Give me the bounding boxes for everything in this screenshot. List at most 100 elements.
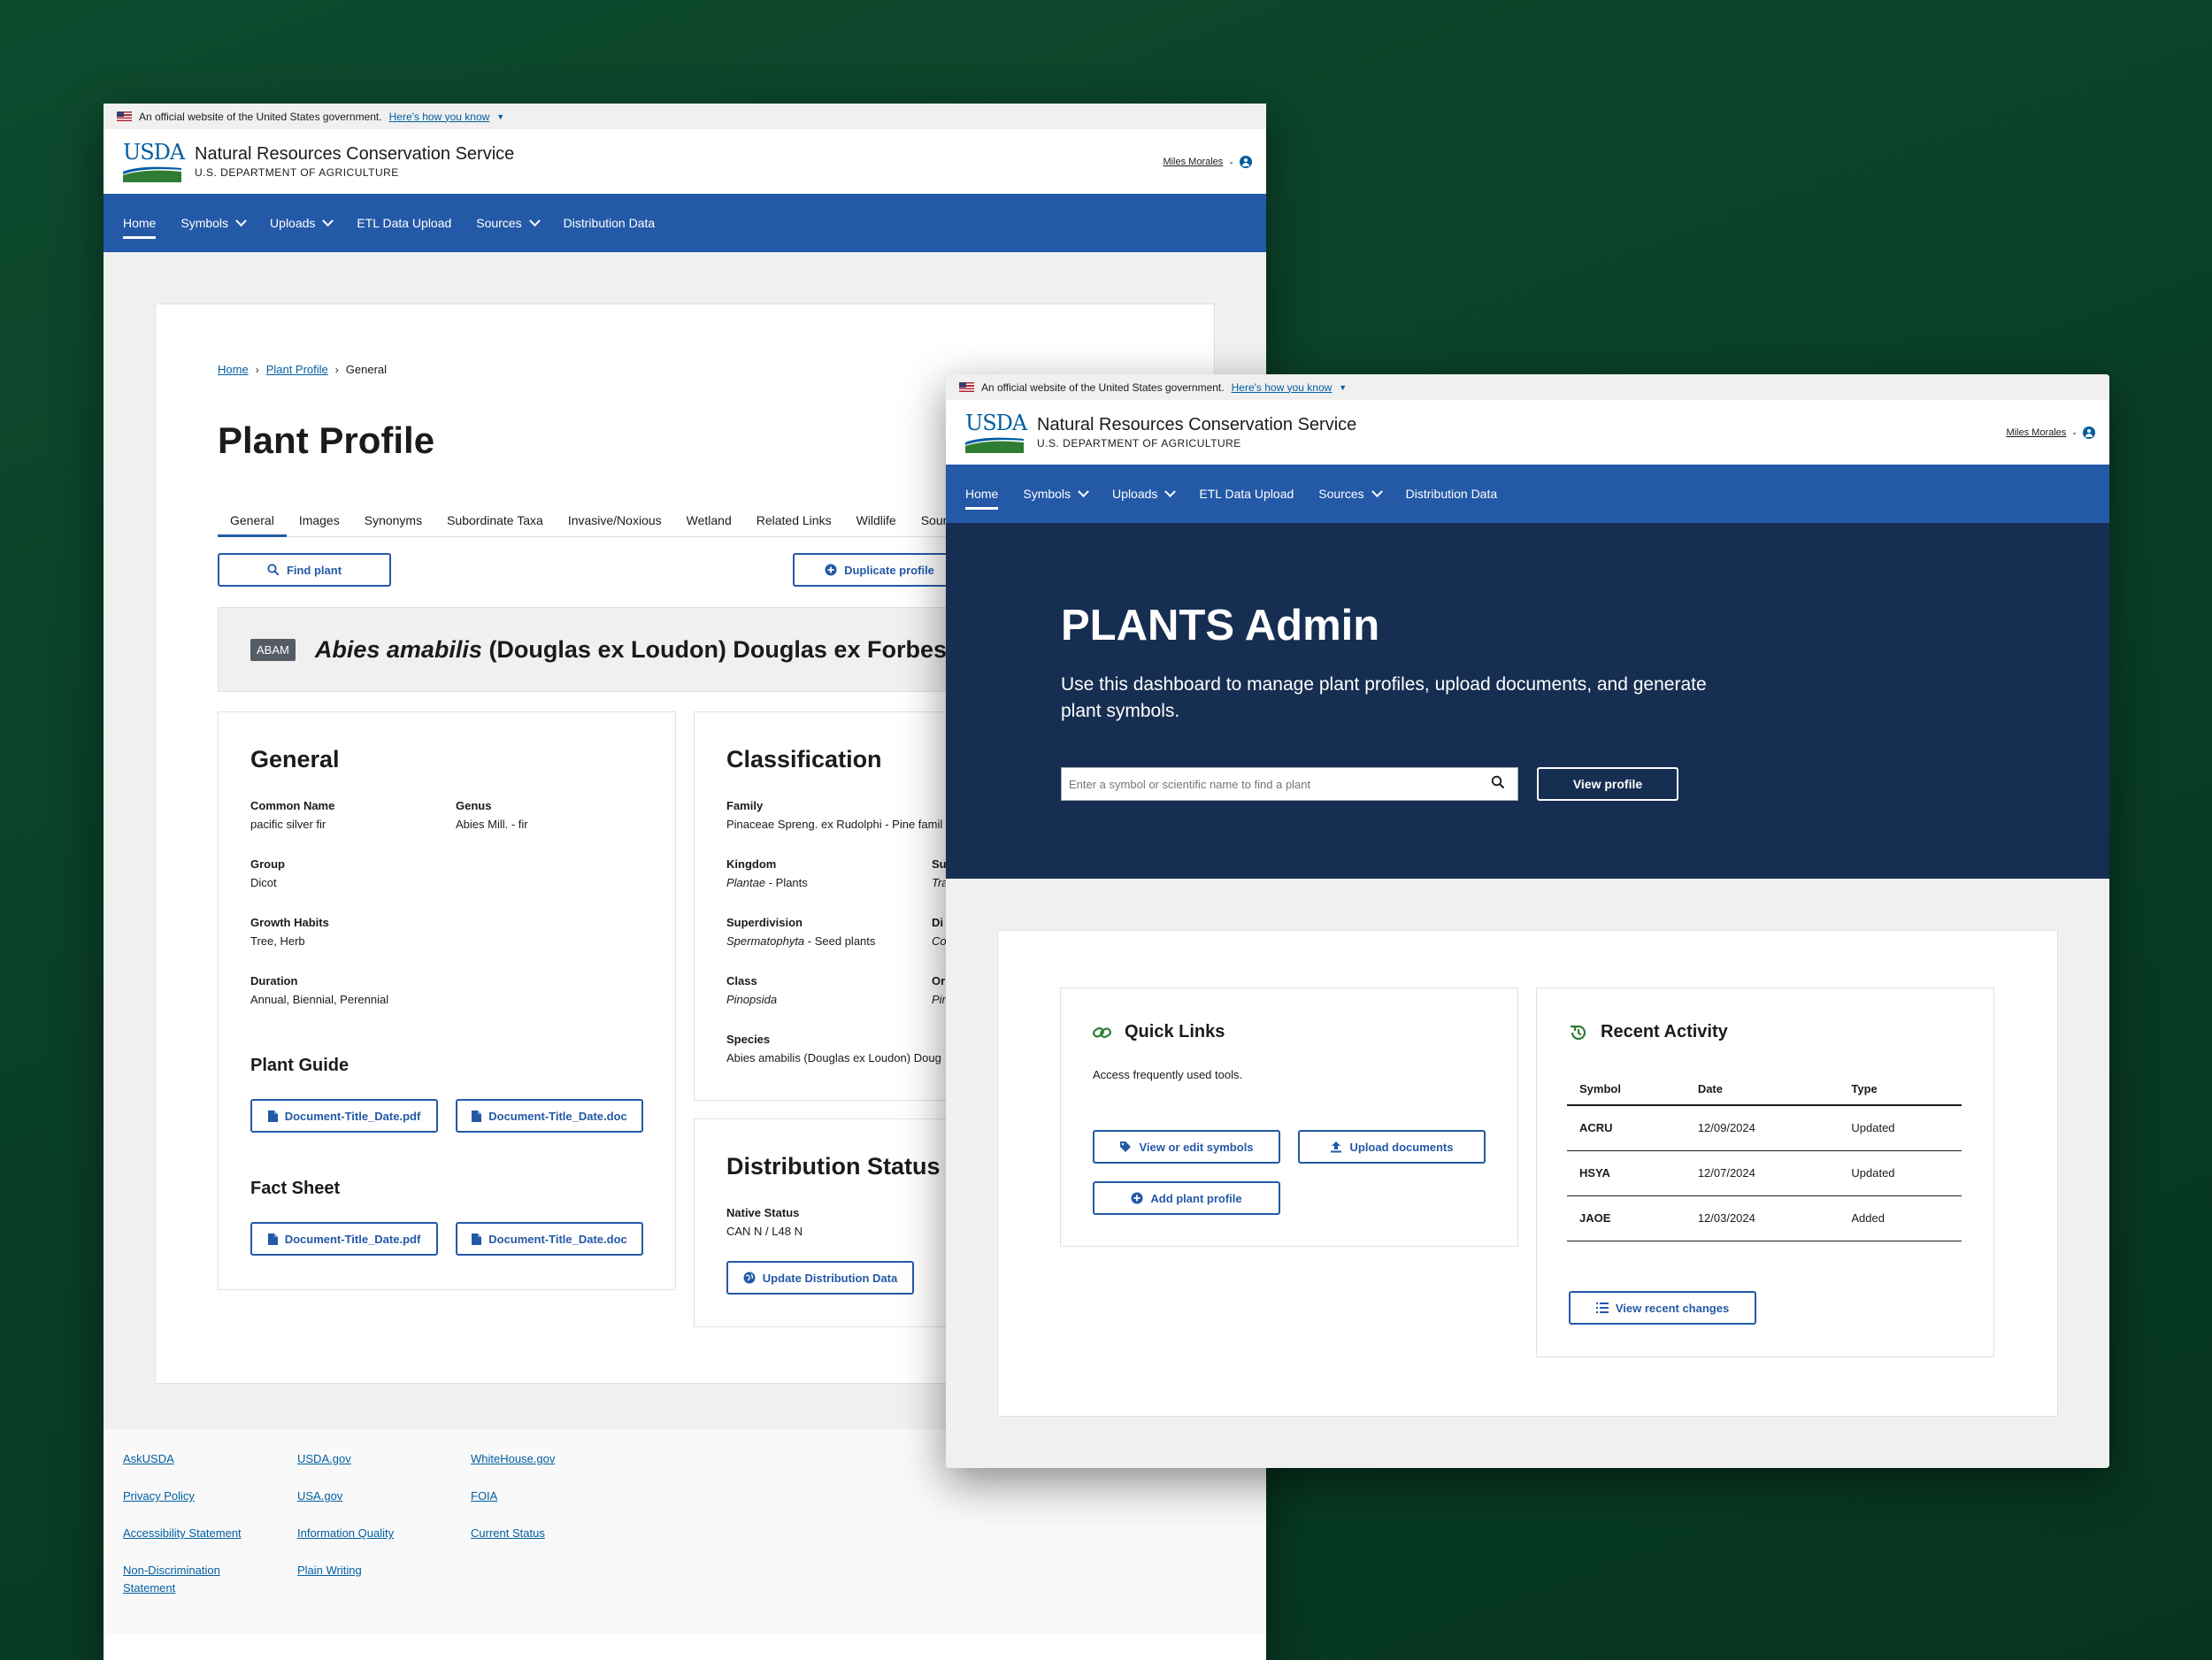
nav-symbols[interactable]: Symbols	[1023, 465, 1089, 523]
us-flag-icon	[959, 382, 974, 392]
tag-icon	[1120, 1141, 1132, 1152]
nav-sources[interactable]: Sources	[476, 194, 541, 252]
tab-images[interactable]: Images	[287, 508, 352, 536]
gov-banner-link[interactable]: Here's how you know	[389, 111, 490, 123]
search-icon[interactable]	[1491, 775, 1505, 789]
add-circle-icon	[825, 564, 837, 576]
link-icon	[1093, 1026, 1111, 1038]
chevron-down-icon	[322, 214, 334, 227]
add-plant-profile-button[interactable]: Add plant profile	[1093, 1181, 1280, 1215]
nav-sources[interactable]: Sources	[1318, 465, 1383, 523]
cell-date: 12/03/2024	[1685, 1195, 1839, 1241]
footer-link-askusda[interactable]: AskUSDA	[123, 1450, 242, 1468]
nav-uploads[interactable]: Uploads	[1112, 465, 1177, 523]
column-header-date: Date	[1685, 1073, 1839, 1106]
chevron-down-icon: ▼	[1339, 382, 1348, 392]
department-name: U.S. DEPARTMENT OF AGRICULTURE	[195, 166, 399, 179]
footer-link-usa-gov[interactable]: USA.gov	[297, 1487, 394, 1505]
tab-invasive-noxious[interactable]: Invasive/Noxious	[556, 508, 674, 536]
fact-sheet-pdf-button[interactable]: Document-Title_Date.pdf	[250, 1222, 438, 1256]
tab-synonyms[interactable]: Synonyms	[352, 508, 434, 536]
fact-sheet-doc-button[interactable]: Document-Title_Date.doc	[456, 1222, 643, 1256]
footer-link-current-status[interactable]: Current Status	[471, 1525, 555, 1542]
user-avatar-icon[interactable]	[2083, 426, 2095, 439]
agency-name: Natural Resources Conservation Service	[195, 144, 515, 164]
search-icon	[267, 564, 280, 576]
find-plant-button[interactable]: Find plant	[218, 553, 391, 587]
agency-title: Natural Resources Conservation Service U…	[1037, 415, 1356, 450]
upload-documents-button[interactable]: Upload documents	[1298, 1130, 1486, 1164]
plant-search-input[interactable]	[1061, 767, 1518, 801]
field-superdivision: Superdivision Spermatophyta - Seed plants	[726, 916, 876, 948]
duplicate-profile-button[interactable]: Duplicate profile	[793, 553, 966, 587]
footer-link-privacy[interactable]: Privacy Policy	[123, 1487, 242, 1505]
user-name[interactable]: Miles Morales	[2006, 427, 2066, 438]
breadcrumb-home[interactable]: Home	[218, 363, 249, 376]
plant-guide-doc-button[interactable]: Document-Title_Date.doc	[456, 1099, 643, 1133]
view-edit-symbols-button[interactable]: View or edit symbols	[1093, 1130, 1280, 1164]
tab-subordinate-taxa[interactable]: Subordinate Taxa	[434, 508, 556, 536]
user-avatar-icon[interactable]	[1240, 155, 1252, 168]
tab-related-links[interactable]: Related Links	[744, 508, 844, 536]
field-duration: Duration Annual, Biennial, Perennial	[250, 974, 389, 1006]
user-name[interactable]: Miles Morales	[1163, 157, 1223, 167]
footer-link-accessibility[interactable]: Accessibility Statement	[123, 1525, 242, 1542]
user-menu[interactable]: Miles Morales ⌄	[1163, 155, 1252, 168]
file-icon	[267, 1233, 278, 1245]
plant-guide-pdf-button[interactable]: Document-Title_Date.pdf	[250, 1099, 438, 1133]
us-flag-icon	[117, 111, 132, 121]
footer-link-information-quality[interactable]: Information Quality	[297, 1525, 394, 1542]
admin-title: PLANTS Admin	[1061, 602, 1380, 649]
nav-distribution-data[interactable]: Distribution Data	[1406, 465, 1498, 523]
list-icon	[1595, 1303, 1609, 1313]
usda-logo[interactable]: USDA	[123, 142, 185, 182]
tab-wetland[interactable]: Wetland	[674, 508, 744, 536]
footer-link-usda-gov[interactable]: USDA.gov	[297, 1450, 394, 1468]
gov-banner-link[interactable]: Here's how you know	[1232, 381, 1333, 394]
nav-symbols[interactable]: Symbols	[180, 194, 247, 252]
add-circle-icon	[1131, 1192, 1143, 1204]
nav-uploads[interactable]: Uploads	[270, 194, 334, 252]
nav-distribution-data[interactable]: Distribution Data	[564, 194, 656, 252]
table-row[interactable]: JAOE 12/03/2024 Added	[1567, 1195, 1962, 1241]
cell-symbol: JAOE	[1567, 1195, 1686, 1241]
chevron-down-icon	[528, 214, 541, 227]
chevron-right-icon: ›	[255, 363, 259, 376]
nav-etl-data-upload[interactable]: ETL Data Upload	[1199, 465, 1294, 523]
tab-general[interactable]: General	[218, 508, 287, 537]
agency-name: Natural Resources Conservation Service	[1037, 415, 1357, 434]
fact-sheet-heading: Fact Sheet	[250, 1179, 341, 1198]
plant-guide-heading: Plant Guide	[250, 1056, 349, 1075]
footer-column-3: WhiteHouse.gov FOIA Current Status	[471, 1450, 555, 1542]
cell-date: 12/09/2024	[1685, 1105, 1839, 1151]
footer-column-1: AskUSDA Privacy Policy Accessibility Sta…	[123, 1450, 242, 1597]
update-distribution-button[interactable]: Update Distribution Data	[726, 1261, 914, 1295]
user-menu[interactable]: Miles Morales ⌄	[2006, 426, 2095, 439]
view-recent-changes-button[interactable]: View recent changes	[1569, 1291, 1756, 1325]
usda-logo[interactable]: USDA	[965, 412, 1027, 453]
nav-home[interactable]: Home	[123, 194, 157, 252]
tab-wildlife[interactable]: Wildlife	[844, 508, 909, 536]
cell-type: Updated	[1839, 1150, 1962, 1196]
nav-home[interactable]: Home	[965, 465, 999, 523]
field-genus: Genus Abies Mill. - fir	[456, 799, 528, 831]
cell-type: Updated	[1839, 1105, 1962, 1151]
breadcrumb-plant-profile[interactable]: Plant Profile	[266, 363, 328, 376]
footer-link-non-discrimination[interactable]: Non-Discrimination Statement	[123, 1562, 238, 1597]
quick-links-description: Access frequently used tools.	[1093, 1068, 1243, 1081]
view-profile-button[interactable]: View profile	[1537, 767, 1678, 801]
footer-link-foia[interactable]: FOIA	[471, 1487, 555, 1505]
breadcrumb-current: General	[345, 363, 388, 376]
table-header-row: Symbol Date Type	[1567, 1073, 1962, 1106]
chevron-down-icon	[1371, 485, 1383, 497]
file-icon	[472, 1233, 482, 1245]
recent-activity-table: Symbol Date Type ACRU 12/09/2024 Updated…	[1567, 1073, 1962, 1241]
page-title: Plant Profile	[218, 419, 435, 461]
footer-link-plain-writing[interactable]: Plain Writing	[297, 1562, 394, 1579]
classification-heading: Classification	[726, 746, 882, 772]
table-row[interactable]: HSYA 12/07/2024 Updated	[1567, 1150, 1962, 1196]
nav-etl-data-upload[interactable]: ETL Data Upload	[357, 194, 451, 252]
footer-link-whitehouse[interactable]: WhiteHouse.gov	[471, 1450, 555, 1468]
chevron-down-icon	[235, 214, 247, 227]
table-row[interactable]: ACRU 12/09/2024 Updated	[1567, 1105, 1962, 1151]
